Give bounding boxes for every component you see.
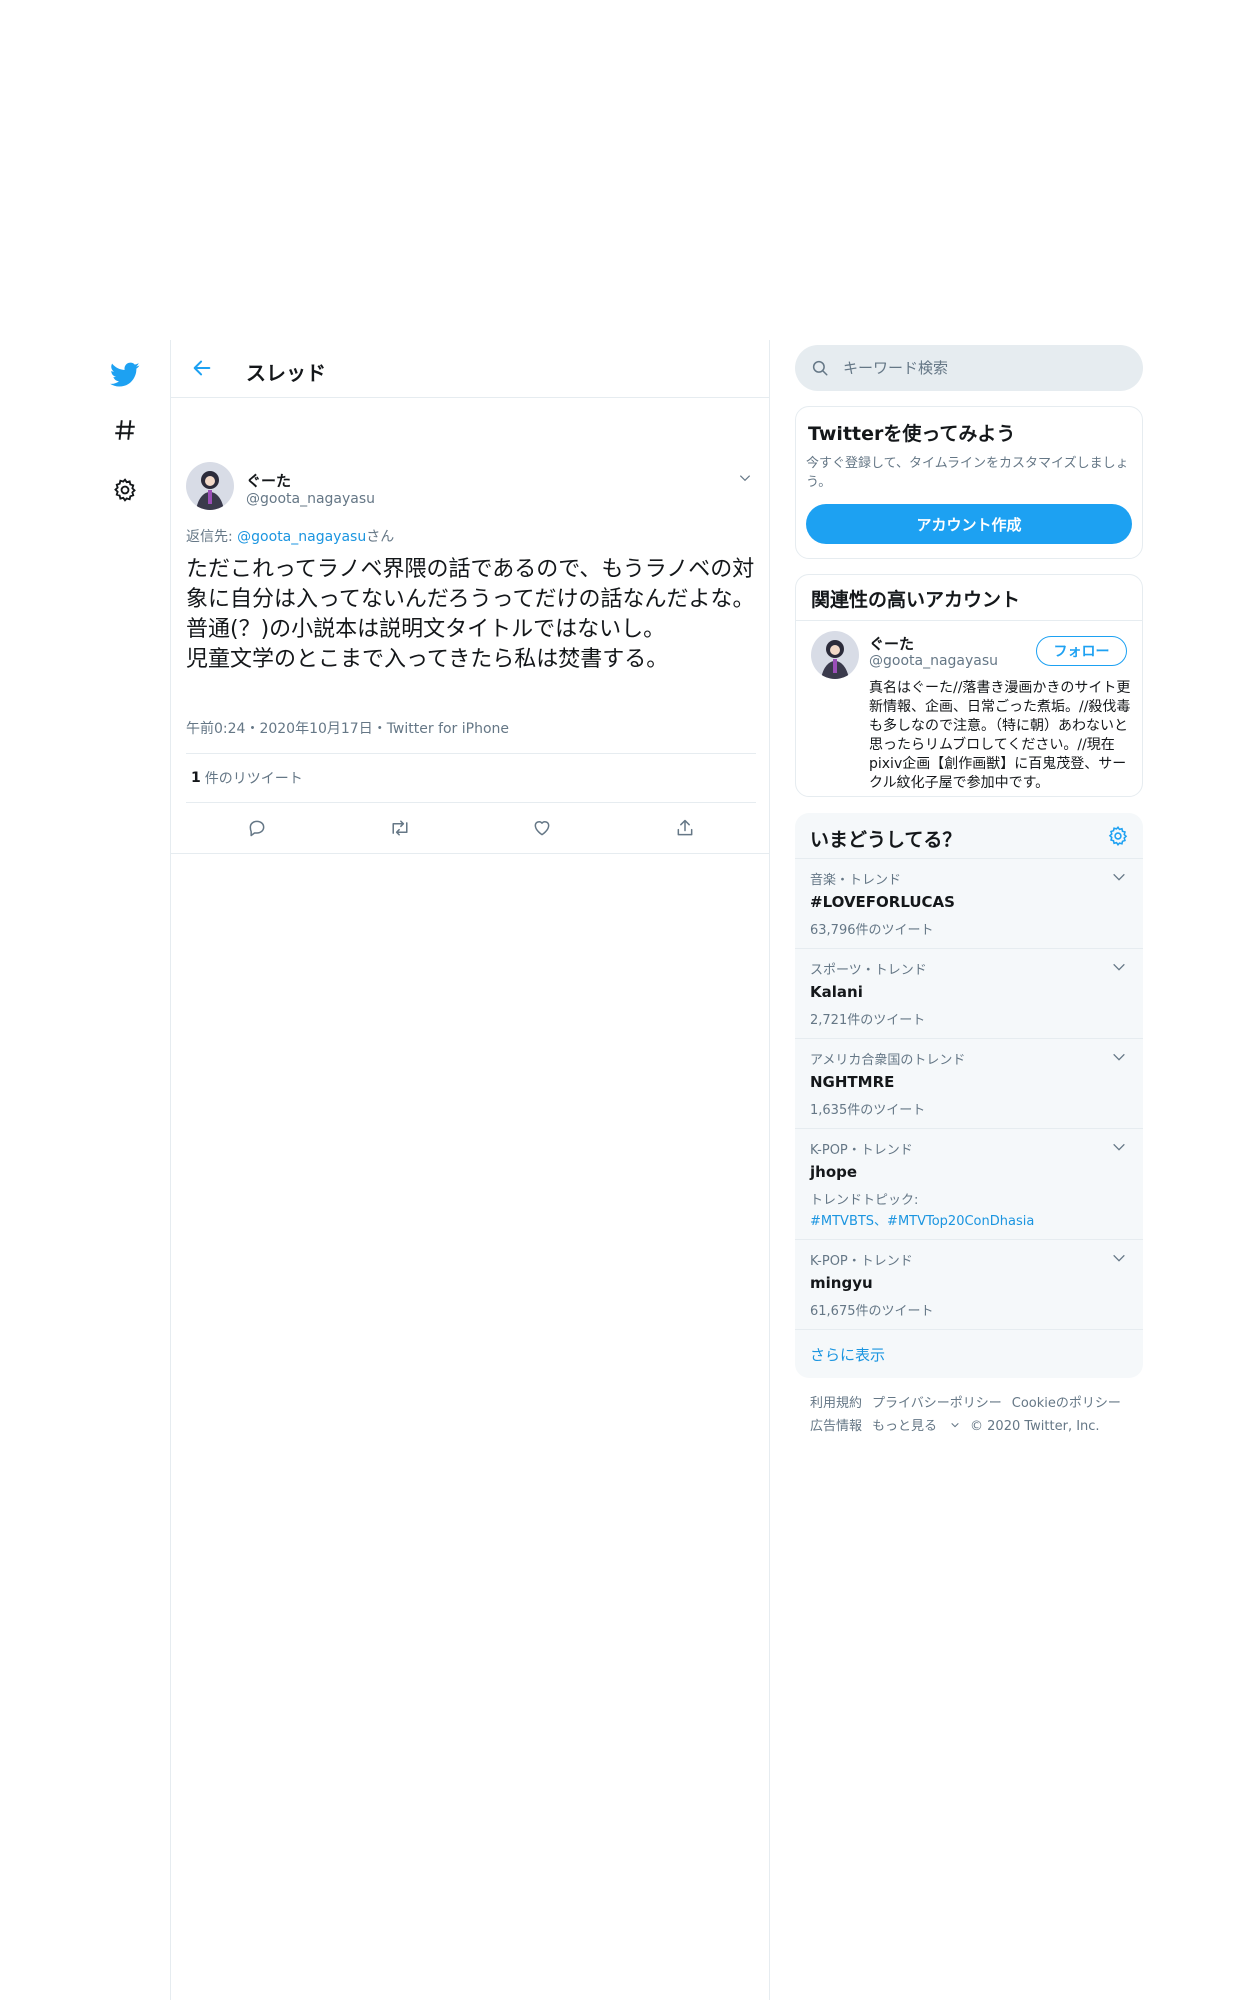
trend-count: 1,635件のツイート bbox=[810, 1103, 926, 1118]
right-sidebar: Twitterを使ってみよう 今すぐ登録して、タイムラインをカスタマイズしましょ… bbox=[795, 345, 1143, 1438]
related-accounts-title: 関連性の高いアカウント bbox=[796, 575, 1142, 621]
trend-category: 音楽・トレンド bbox=[810, 873, 902, 888]
trend-item[interactable]: アメリカ合衆国のトレンド NGHTMRE 1,635件のツイート bbox=[795, 1039, 1143, 1129]
trend-category: K-POP・トレンド bbox=[810, 1143, 913, 1158]
trend-count: 63,796件のツイート bbox=[810, 923, 934, 938]
avatar[interactable] bbox=[186, 462, 234, 510]
trends-title: いまどうしてる？ bbox=[810, 829, 962, 851]
trend-name: jhope bbox=[810, 1163, 858, 1181]
trend-count: 2,721件のツイート bbox=[810, 1013, 926, 1028]
footer-more-label: もっと見る bbox=[872, 1419, 938, 1434]
signup-card: Twitterを使ってみよう 今すぐ登録して、タイムラインをカスタマイズしましょ… bbox=[795, 406, 1143, 559]
trends-header: いまどうしてる？ bbox=[795, 813, 1143, 859]
retweet-icon[interactable] bbox=[382, 810, 418, 846]
reply-to: 返信先: @goota_nagayasuさん bbox=[186, 526, 394, 546]
reply-icon[interactable] bbox=[239, 810, 275, 846]
trend-category: スポーツ・トレンド bbox=[810, 963, 927, 978]
like-heart-icon[interactable] bbox=[524, 810, 560, 846]
main-column: スレッド ぐーた @goota_nagayasu 返信先: @goota_nag… bbox=[170, 340, 770, 2000]
back-arrow-icon[interactable] bbox=[185, 351, 219, 385]
related-account[interactable]: ぐーた @goota_nagayasu フォロー 真名はぐーた//落書き漫画かき… bbox=[796, 621, 1142, 796]
footer-link-more[interactable]: もっと見る bbox=[872, 1419, 960, 1434]
signup-title: Twitterを使ってみよう bbox=[808, 423, 1016, 445]
page-title: スレッド bbox=[246, 361, 326, 385]
trends-settings-gear-icon[interactable] bbox=[1107, 825, 1129, 847]
trend-topic-tags[interactable]: #MTVBTS、#MTVTop20ConDhasia bbox=[810, 1210, 1128, 1229]
chevron-down-icon[interactable] bbox=[1111, 1139, 1129, 1157]
reply-to-prefix: 返信先: bbox=[186, 529, 238, 545]
trend-name: #LOVEFORLUCAS bbox=[810, 893, 955, 911]
chevron-down-icon[interactable] bbox=[735, 468, 755, 488]
related-account-bio: 真名はぐーた//落書き漫画かきのサイト更新情報、企画、日常ごった煮垢。//殺伐毒… bbox=[869, 680, 1131, 791]
avatar[interactable] bbox=[811, 631, 859, 679]
twitter-logo-icon[interactable] bbox=[100, 350, 150, 400]
footer-link-privacy[interactable]: プライバシーポリシー bbox=[872, 1396, 1002, 1411]
search-icon bbox=[812, 360, 828, 376]
footer: 利用規約 プライバシーポリシー Cookieのポリシー 広告情報 もっと見る © 202… bbox=[795, 1392, 1143, 1438]
trend-item[interactable]: 音楽・トレンド #LOVEFORLUCAS 63,796件のツイート bbox=[795, 859, 1143, 949]
show-more-link[interactable]: さらに表示 bbox=[795, 1330, 1143, 1378]
trend-item[interactable]: スポーツ・トレンド Kalani 2,721件のツイート bbox=[795, 949, 1143, 1039]
author-handle[interactable]: @goota_nagayasu bbox=[246, 491, 375, 507]
thread-header: スレッド bbox=[171, 340, 769, 398]
chevron-down-icon[interactable] bbox=[1111, 1250, 1129, 1268]
divider bbox=[171, 853, 769, 854]
trend-category: アメリカ合衆国のトレンド bbox=[810, 1053, 966, 1068]
retweet-stats[interactable]: 1 件のリツイート bbox=[186, 753, 756, 803]
trend-name: Kalani bbox=[810, 983, 863, 1001]
settings-gear-icon[interactable] bbox=[100, 465, 150, 515]
chevron-down-icon bbox=[951, 1422, 959, 1428]
related-account-name[interactable]: ぐーた bbox=[869, 633, 914, 654]
trend-topic-label: トレンドトピック: bbox=[810, 1193, 919, 1208]
chevron-down-icon[interactable] bbox=[1111, 1049, 1129, 1067]
trend-count: 61,675件のツイート bbox=[810, 1304, 934, 1319]
trend-name: NGHTMRE bbox=[810, 1073, 895, 1091]
footer-link-terms[interactable]: 利用規約 bbox=[810, 1396, 862, 1411]
trend-category: K-POP・トレンド bbox=[810, 1254, 913, 1269]
search-input[interactable] bbox=[843, 359, 1113, 377]
reply-to-suffix: さん bbox=[366, 529, 395, 545]
chevron-down-icon[interactable] bbox=[1111, 959, 1129, 977]
trend-item[interactable]: K-POP・トレンド mingyu 61,675件のツイート bbox=[795, 1240, 1143, 1330]
trend-item[interactable]: K-POP・トレンド jhope トレンドトピック: #MTVBTS、#MTVT… bbox=[795, 1129, 1143, 1240]
chevron-down-icon[interactable] bbox=[1111, 869, 1129, 887]
footer-link-ads[interactable]: 広告情報 bbox=[810, 1419, 862, 1434]
search-box[interactable] bbox=[795, 345, 1143, 391]
share-icon[interactable] bbox=[667, 810, 703, 846]
related-account-handle[interactable]: @goota_nagayasu bbox=[869, 653, 998, 669]
tweet-text: ただこれってラノベ界隈の話であるので、もうラノベの対象に自分は入ってないんだろう… bbox=[186, 557, 755, 672]
trends-card: いまどうしてる？ 音楽・トレンド #LOVEFORLUCAS 63,796件のツ… bbox=[795, 813, 1143, 1378]
create-account-button[interactable]: アカウント作成 bbox=[806, 504, 1132, 544]
tweet-actions bbox=[186, 803, 756, 853]
footer-copyright: © 2020 Twitter, Inc. bbox=[970, 1419, 1100, 1434]
follow-button[interactable]: フォロー bbox=[1036, 636, 1127, 666]
retweet-label: 件のリツイート bbox=[204, 771, 303, 787]
signup-description: 今すぐ登録して、タイムラインをカスタマイズしましょう。 bbox=[806, 456, 1129, 490]
hashtag-explore-icon[interactable] bbox=[100, 405, 150, 455]
trend-name: mingyu bbox=[810, 1274, 873, 1292]
tweet-timestamp[interactable]: 午前0:24・2020年10月17日・Twitter for iPhone bbox=[186, 718, 509, 738]
footer-link-cookies[interactable]: Cookieのポリシー bbox=[1012, 1396, 1121, 1411]
retweet-count: 1 bbox=[191, 770, 201, 786]
related-accounts-card: 関連性の高いアカウント ぐーた @goota_nagayasu フォロー 真名は… bbox=[795, 574, 1143, 797]
author-name[interactable]: ぐーた bbox=[246, 470, 291, 491]
reply-to-handle-link[interactable]: @goota_nagayasu bbox=[237, 529, 366, 545]
